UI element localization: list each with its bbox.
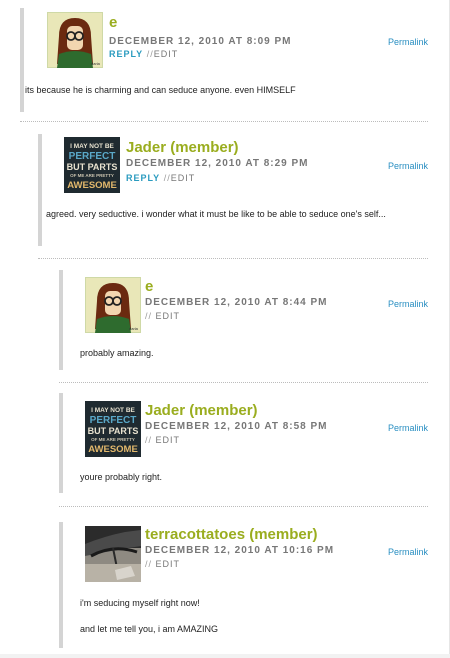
action-separator: //	[145, 311, 153, 321]
action-separator: //	[145, 435, 153, 445]
comment-author[interactable]: Jader (member)	[145, 402, 258, 419]
permalink[interactable]: Permalink	[388, 161, 428, 171]
comment-date: DECEMBER 12, 2010 AT 8:44 PM	[145, 297, 328, 308]
comment-body-line: and let me tell you, i am AMAZING	[80, 624, 219, 634]
comment-date: DECEMBER 12, 2010 AT 8:58 PM	[145, 421, 328, 432]
comment-actions: // EDIT	[145, 435, 180, 445]
comment-actions: REPLY //EDIT	[126, 173, 195, 183]
action-separator: //	[145, 559, 153, 569]
permalink[interactable]: Permalink	[388, 37, 428, 47]
comment-author[interactable]: Jader (member)	[126, 139, 239, 156]
svg-text:AWESOME: AWESOME	[88, 444, 138, 455]
comment-actions: // EDIT	[145, 559, 180, 569]
daria-avatar: daria	[47, 12, 103, 68]
thread-bar	[59, 270, 63, 370]
thread-bar	[59, 522, 63, 648]
edit-link[interactable]: EDIT	[156, 435, 181, 445]
comment-body: youre probably right.	[80, 472, 163, 482]
page-bottom-edge	[0, 654, 450, 658]
edit-link[interactable]: EDIT	[156, 311, 181, 321]
comment-date: DECEMBER 12, 2010 AT 10:16 PM	[145, 545, 335, 556]
comment-actions: // EDIT	[145, 311, 180, 321]
svg-text:daria: daria	[129, 326, 139, 331]
svg-text:daria: daria	[91, 61, 101, 66]
action-separator: //	[146, 49, 154, 59]
permalink[interactable]: Permalink	[388, 547, 428, 557]
reply-link[interactable]: REPLY	[126, 173, 160, 183]
thread-bar	[38, 134, 42, 246]
reply-link[interactable]: REPLY	[109, 49, 143, 59]
svg-text:OF ME ARE PRETTY: OF ME ARE PRETTY	[70, 173, 114, 178]
umbrella-photo-avatar	[85, 526, 141, 582]
comment-author[interactable]: e	[145, 278, 153, 295]
comment-author[interactable]: terracottatoes (member)	[145, 526, 318, 543]
permalink[interactable]: Permalink	[388, 423, 428, 433]
svg-text:AWESOME: AWESOME	[67, 180, 117, 191]
comment-divider	[59, 506, 428, 507]
daria-avatar: daria	[85, 277, 141, 333]
awesome-poster-avatar: I MAY NOT BE PERFECT BUT PARTS OF ME ARE…	[64, 137, 120, 193]
svg-text:PERFECT: PERFECT	[90, 415, 137, 426]
comment-date: DECEMBER 12, 2010 AT 8:09 PM	[109, 36, 292, 47]
comment-divider	[38, 258, 428, 259]
comment-body: agreed. very seductive. i wonder what it…	[46, 209, 386, 219]
thread-bar	[20, 8, 24, 112]
thread-bar	[59, 393, 63, 493]
comment-actions: REPLY //EDIT	[109, 49, 178, 59]
svg-text:I MAY NOT BE: I MAY NOT BE	[70, 143, 114, 150]
svg-text:OF ME ARE PRETTY: OF ME ARE PRETTY	[91, 437, 135, 442]
edit-link[interactable]: EDIT	[154, 49, 179, 59]
comment-body: its because he is charming and can seduc…	[25, 85, 296, 95]
svg-text:BUT PARTS: BUT PARTS	[88, 426, 139, 436]
svg-text:PERFECT: PERFECT	[69, 151, 116, 162]
awesome-poster-avatar: I MAY NOT BE PERFECT BUT PARTS OF ME ARE…	[85, 401, 141, 457]
svg-text:I MAY NOT BE: I MAY NOT BE	[91, 407, 135, 414]
comment-body-line: i'm seducing myself right now!	[80, 598, 200, 608]
comment-body: probably amazing.	[80, 348, 154, 358]
edit-link[interactable]: EDIT	[156, 559, 181, 569]
svg-text:BUT PARTS: BUT PARTS	[67, 162, 118, 172]
comment-date: DECEMBER 12, 2010 AT 8:29 PM	[126, 158, 309, 169]
comment-author[interactable]: e	[109, 14, 117, 31]
edit-link[interactable]: EDIT	[171, 173, 196, 183]
permalink[interactable]: Permalink	[388, 299, 428, 309]
action-separator: //	[163, 173, 171, 183]
comment-divider	[20, 121, 428, 122]
comment-divider	[59, 382, 428, 383]
